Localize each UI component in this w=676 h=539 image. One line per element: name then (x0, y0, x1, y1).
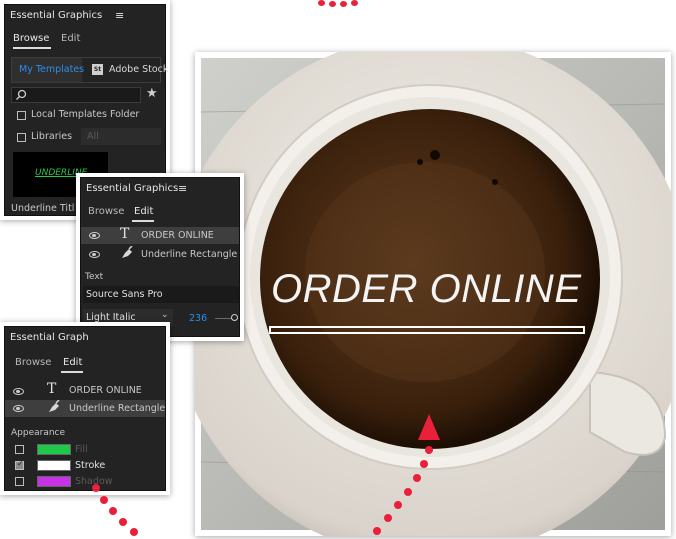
font-family-value: Source Sans Pro (86, 289, 163, 300)
arrow-dot (384, 514, 392, 522)
text-layer-icon: T (120, 226, 130, 242)
tab-edit[interactable]: Edit (61, 33, 80, 44)
preview-frame: ORDER ONLINE (195, 52, 671, 536)
font-size-slider-handle[interactable] (231, 314, 238, 321)
adobe-stock-button[interactable]: Adobe Stock (109, 64, 168, 75)
search-input[interactable] (11, 87, 141, 103)
arrow-dot (394, 501, 402, 509)
panel-menu-icon[interactable]: ≡ (115, 9, 124, 22)
arrow-dot (340, 1, 347, 7)
visibility-eye-icon[interactable] (89, 251, 100, 258)
arrow-dot (318, 0, 325, 6)
tab-browse[interactable]: Browse (88, 206, 124, 217)
layer-name: Underline Rectangle (141, 249, 238, 260)
layer-name: Underline Rectangle (69, 403, 166, 414)
essential-graphics-edit-appearance-panel: Essential Graph Browse Edit T ORDER ONLI… (4, 326, 166, 491)
template-source-switch: My Templates St Adobe Stock (11, 57, 168, 83)
visibility-eye-icon[interactable] (13, 405, 24, 412)
stroke-label: Stroke (75, 460, 106, 471)
search-icon (16, 89, 27, 100)
arrow-dot (109, 507, 117, 515)
fill-color-swatch[interactable] (37, 444, 71, 455)
template-caption: Underline Titl (11, 203, 75, 214)
arrow-dot (425, 446, 433, 454)
libraries-label: Libraries (31, 131, 73, 142)
tab-underline (61, 371, 83, 373)
font-size-value[interactable]: 236 (189, 313, 207, 324)
panel3-card: Essential Graph Browse Edit T ORDER ONLI… (0, 322, 170, 495)
font-family-field[interactable]: Source Sans Pro (83, 286, 239, 303)
arrow-dot (413, 474, 421, 482)
shadow-color-swatch[interactable] (37, 476, 71, 487)
layer-name: ORDER ONLINE (69, 385, 142, 396)
stroke-color-swatch[interactable] (37, 460, 71, 471)
chevron-down-icon: ⌄ (161, 310, 169, 320)
text-section-label: Text (85, 272, 104, 282)
essential-graphics-edit-text-panel: Essential Graphics ≡ Browse Edit T ORDER… (80, 177, 240, 337)
tab-underline (13, 47, 51, 49)
arrow-up-icon (418, 414, 440, 440)
fill-checkbox[interactable] (15, 445, 24, 454)
libraries-select-value: All (87, 131, 99, 142)
arrow-dot (351, 0, 358, 6)
layer-name: ORDER ONLINE (141, 230, 214, 241)
visibility-eye-icon[interactable] (89, 232, 100, 239)
my-templates-button[interactable]: My Templates (12, 58, 85, 82)
star-icon[interactable]: ★ (146, 86, 158, 101)
checkmark-icon: ✓ (17, 459, 24, 468)
arrow-dot (373, 527, 381, 535)
arrow-dot (130, 528, 138, 536)
underline-rectangle (269, 326, 585, 334)
panel-title: Essential Graph (10, 332, 89, 343)
adobe-stock-icon: St (92, 64, 103, 75)
libraries-checkbox[interactable] (17, 133, 26, 142)
stroke-checkbox[interactable]: ✓ (15, 459, 24, 470)
panel-title: Essential Graphics (86, 183, 179, 194)
arrow-dot (100, 496, 108, 504)
tab-browse[interactable]: Browse (13, 33, 49, 44)
tab-edit[interactable]: Edit (134, 206, 153, 217)
fill-label: Fill (75, 444, 88, 455)
local-templates-checkbox[interactable] (17, 111, 26, 120)
visibility-eye-icon[interactable] (13, 388, 24, 395)
pen-icon (122, 246, 133, 258)
shadow-checkbox[interactable] (15, 477, 24, 486)
pen-icon (49, 400, 60, 412)
arrow-dot (329, 1, 336, 7)
text-layer-icon: T (47, 381, 57, 397)
local-templates-label: Local Templates Folder (31, 109, 140, 120)
tab-edit[interactable]: Edit (63, 357, 82, 368)
libraries-select[interactable]: All (81, 128, 161, 145)
appearance-section-label: Appearance (11, 428, 66, 438)
tab-underline (132, 220, 154, 222)
my-templates-label: My Templates (19, 64, 85, 75)
arrow-dot (420, 460, 428, 468)
preview-title-text: ORDER ONLINE (271, 267, 582, 311)
arrow-dot (92, 484, 100, 492)
panel2-card: Essential Graphics ≡ Browse Edit T ORDER… (76, 173, 244, 341)
panel-title: Essential Graphics (10, 10, 103, 21)
arrow-dot (404, 488, 412, 496)
panel-menu-icon[interactable]: ≡ (178, 182, 187, 195)
arrow-dot (119, 518, 127, 526)
tab-browse[interactable]: Browse (15, 357, 51, 368)
